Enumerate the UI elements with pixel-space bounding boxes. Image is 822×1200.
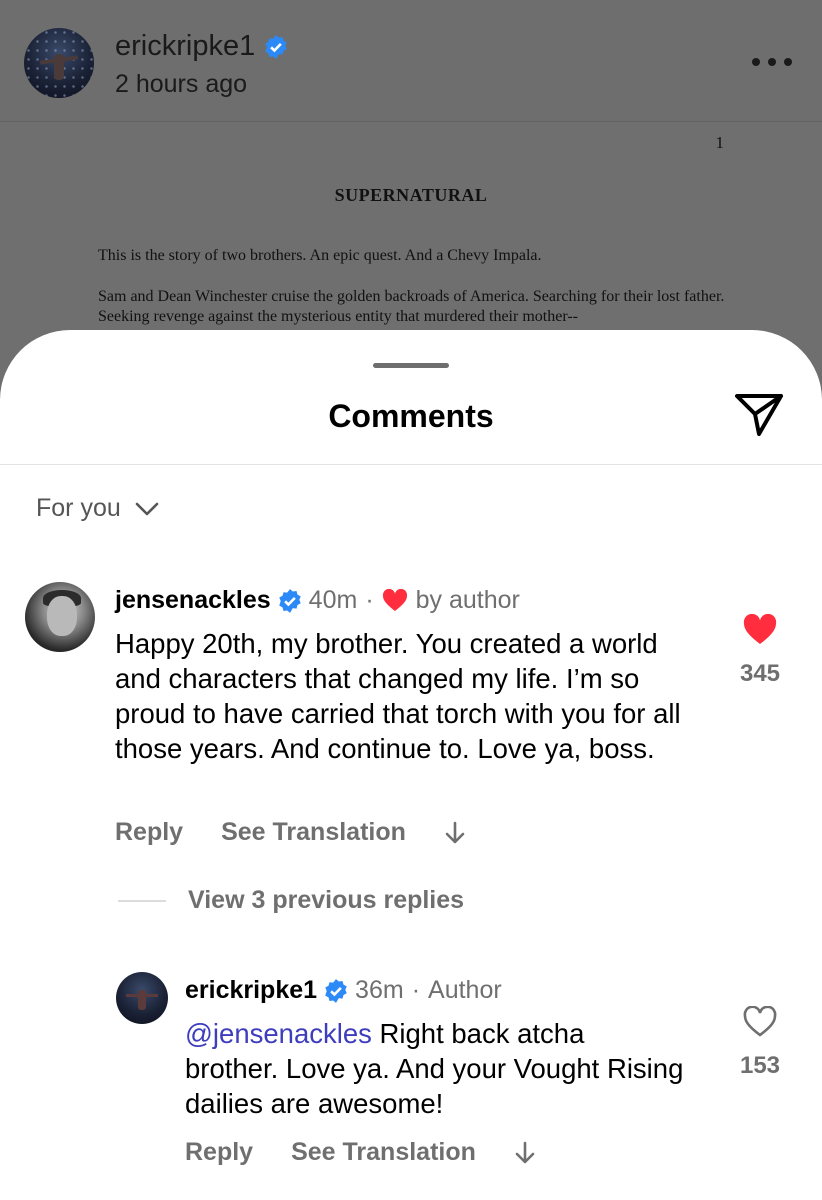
more-options-icon[interactable]: [752, 56, 792, 68]
post-author-avatar[interactable]: [24, 28, 94, 98]
comment-username[interactable]: jensenackles: [115, 586, 271, 615]
heart-icon[interactable]: [742, 614, 778, 646]
arrow-down-icon[interactable]: [514, 1141, 536, 1165]
comment-header: erickripke1 36m · Author: [185, 976, 502, 1005]
comments-sheet: Comments For you jensenackles 40m · by a…: [0, 330, 822, 1200]
mention-link[interactable]: @jensenackles: [185, 1018, 372, 1049]
doc-page-number: 1: [715, 133, 725, 152]
heart-icon[interactable]: [742, 1006, 778, 1038]
post-timestamp: 2 hours ago: [115, 70, 248, 98]
avatar[interactable]: [25, 582, 95, 652]
doc-paragraph: Sam and Dean Winchester cruise the golde…: [98, 288, 725, 325]
verified-badge-icon: [323, 978, 349, 1004]
post-header: erickripke1 2 hours ago: [0, 0, 822, 122]
post-author-username[interactable]: erickripke1: [115, 30, 289, 63]
reply-button[interactable]: Reply: [185, 1138, 253, 1167]
arrow-down-icon[interactable]: [444, 821, 466, 845]
send-icon[interactable]: [733, 392, 785, 438]
sheet-drag-handle[interactable]: [373, 363, 449, 368]
comment-text: @jensenackles Right back atcha brother. …: [185, 1016, 685, 1121]
separator: ·: [411, 976, 421, 1004]
separator: ·: [365, 586, 374, 614]
comment-time: 40m: [308, 586, 358, 614]
chevron-down-icon: [135, 502, 159, 515]
doc-paragraph: This is the story of two brothers. An ep…: [98, 247, 542, 264]
heart-icon: [382, 588, 407, 611]
author-tag: Author: [428, 976, 502, 1004]
comment-actions: Reply See Translation: [115, 818, 466, 847]
see-translation-button[interactable]: See Translation: [291, 1138, 476, 1167]
reply-button[interactable]: Reply: [115, 818, 183, 847]
see-translation-button[interactable]: See Translation: [221, 818, 406, 847]
divider: [0, 464, 822, 465]
sort-filter-label: For you: [36, 494, 121, 522]
sort-filter-dropdown[interactable]: For you: [36, 494, 159, 523]
divider: [118, 899, 166, 902]
like-column: 345: [720, 614, 800, 688]
comment-text: Happy 20th, my brother. You created a wo…: [115, 628, 681, 764]
comment-actions: Reply See Translation: [185, 1138, 536, 1167]
liked-by-author-label: by author: [415, 586, 520, 614]
comment-username[interactable]: erickripke1: [185, 976, 317, 1005]
verified-badge-icon: [277, 588, 303, 614]
like-count: 345: [739, 660, 781, 687]
view-previous-replies-button[interactable]: View 3 previous replies: [118, 886, 464, 915]
doc-title: SUPERNATURAL: [334, 185, 488, 205]
comment-time: 36m: [355, 976, 404, 1004]
view-replies-label: View 3 previous replies: [188, 886, 465, 914]
comment-header: jensenackles 40m · by author: [115, 586, 520, 615]
comments-title: Comments: [328, 398, 494, 434]
avatar[interactable]: [116, 972, 168, 1024]
verified-badge-icon: [263, 34, 289, 60]
like-column: 153: [720, 1006, 800, 1080]
like-count: 153: [739, 1052, 781, 1079]
